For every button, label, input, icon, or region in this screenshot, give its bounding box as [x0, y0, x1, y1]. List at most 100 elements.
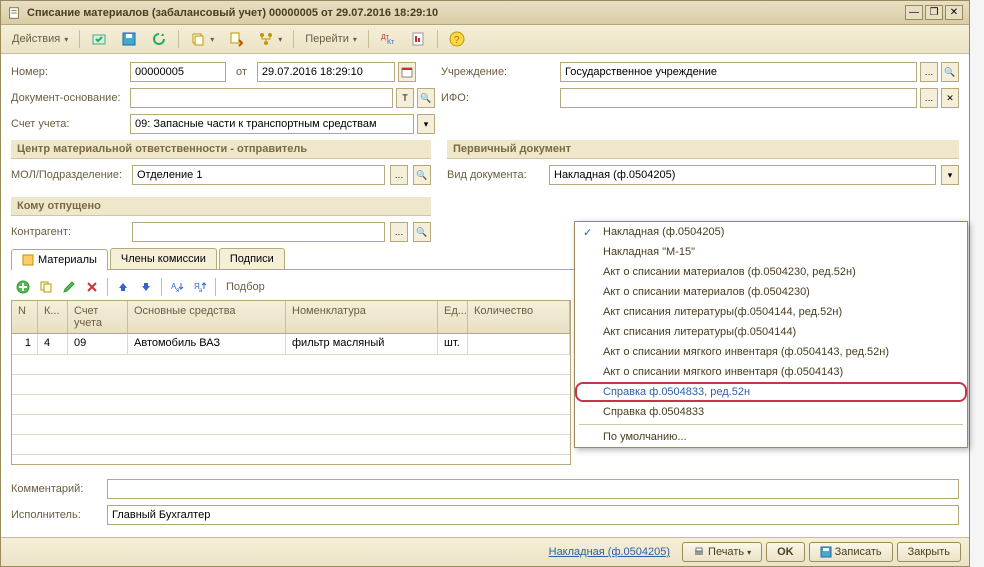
post-icon[interactable] [86, 28, 112, 50]
minimize-button[interactable]: — [905, 5, 923, 20]
lookup-icon[interactable]: 🔍 [941, 62, 959, 82]
primary-doc-header: Первичный документ [447, 140, 959, 159]
dropdown-icon[interactable]: ▾ [941, 165, 959, 185]
tab-signatures[interactable]: Подписи [219, 248, 285, 269]
popup-item[interactable]: Акт о списании мягкого инвентаря (ф.0504… [575, 342, 967, 362]
popup-separator [579, 424, 963, 425]
lookup-icon[interactable]: 🔍 [413, 165, 431, 185]
svg-text:a: a [199, 288, 203, 294]
clear-icon[interactable]: ✕ [941, 88, 959, 108]
docbase-label: Документ-основание: [11, 92, 126, 104]
text-type-icon[interactable]: T [396, 88, 414, 108]
save-button[interactable]: Записать [809, 542, 893, 562]
col-nomenclature[interactable]: Номенклатура [286, 301, 438, 333]
go-menu[interactable]: Перейти [300, 30, 362, 48]
materials-grid: N К... Счет учета Основные средства Номе… [11, 300, 571, 465]
mol-label: МОЛ/Подразделение: [11, 169, 126, 181]
sender-section-header: Центр материальной ответственности - отп… [11, 140, 431, 159]
print-form-link[interactable]: Накладная (ф.0504205) [549, 546, 670, 558]
document-icon [7, 6, 21, 20]
svg-text:Кт: Кт [387, 39, 395, 46]
structure-icon[interactable] [253, 28, 287, 50]
popup-item-highlighted[interactable]: Справка ф.0504833, ред.52н [575, 382, 967, 402]
from-label: от [236, 66, 247, 78]
ok-button[interactable]: OK [766, 542, 805, 562]
col-unit[interactable]: Ед... [438, 301, 468, 333]
popup-item[interactable]: Акт о списании материалов (ф.0504230) [575, 282, 967, 302]
doctype-select[interactable] [549, 165, 936, 185]
titlebar: Списание материалов (забалансовый учет) … [1, 1, 969, 25]
svg-text:я: я [176, 288, 179, 294]
based-on-icon[interactable] [223, 28, 249, 50]
move-down-icon[interactable] [136, 277, 156, 297]
window-title: Списание материалов (забалансовый учет) … [27, 7, 905, 19]
ifo-input[interactable] [560, 88, 917, 108]
footer: Накладная (ф.0504205) Печать▾ OK Записат… [1, 537, 969, 566]
number-label: Номер: [11, 66, 126, 78]
svg-text:?: ? [454, 35, 460, 46]
contractor-label: Контрагент: [11, 226, 126, 238]
popup-item[interactable]: Акт о списании мягкого инвентаря (ф.0504… [575, 362, 967, 382]
date-picker-icon[interactable] [398, 62, 416, 82]
date-input[interactable] [257, 62, 395, 82]
number-input[interactable] [130, 62, 226, 82]
print-menu-popup: Накладная (ф.0504205) Накладная "М-15" А… [574, 221, 968, 448]
lookup-icon[interactable]: 🔍 [417, 88, 435, 108]
table-row[interactable]: 1 4 09 Автомобиль ВАЗ фильтр масляный шт… [12, 334, 570, 355]
docbase-input[interactable] [130, 88, 393, 108]
popup-item-default[interactable]: По умолчанию... [575, 427, 967, 447]
tab-materials[interactable]: Материалы [11, 249, 108, 270]
select-button[interactable]: … [920, 62, 938, 82]
dt-kt-icon[interactable]: ДтКт [375, 28, 401, 50]
tab-commission[interactable]: Члены комиссии [110, 248, 217, 269]
select-button[interactable]: … [920, 88, 938, 108]
add-row-icon[interactable] [13, 277, 33, 297]
comment-input[interactable] [107, 479, 959, 499]
main-toolbar: Действия Перейти ДтКт ? [1, 25, 969, 54]
col-quantity[interactable]: Количество [468, 301, 570, 333]
comment-label: Комментарий: [11, 483, 101, 495]
close-button[interactable]: Закрыть [897, 542, 961, 562]
select-button[interactable]: … [390, 165, 408, 185]
popup-item[interactable]: Накладная "М-15" [575, 242, 967, 262]
komu-section-header: Кому отпущено [11, 197, 431, 216]
edit-row-icon[interactable] [59, 277, 79, 297]
save-icon[interactable] [116, 28, 142, 50]
sort-desc-icon[interactable]: Яa [190, 277, 210, 297]
popup-item[interactable]: Акт списания литературы(ф.0504144) [575, 322, 967, 342]
copy-icon[interactable] [185, 28, 219, 50]
col-account[interactable]: Счет учета [68, 301, 128, 333]
help-icon[interactable]: ? [444, 28, 470, 50]
delete-row-icon[interactable] [82, 277, 102, 297]
print-button[interactable]: Печать▾ [682, 542, 762, 562]
lookup-icon[interactable]: 🔍 [413, 222, 431, 242]
col-fixed-assets[interactable]: Основные средства [128, 301, 286, 333]
maximize-button[interactable]: ❐ [925, 5, 943, 20]
reread-icon[interactable] [146, 28, 172, 50]
account-select[interactable] [130, 114, 414, 134]
selection-button[interactable]: Подбор [221, 278, 270, 296]
executor-label: Исполнитель: [11, 509, 101, 521]
sort-asc-icon[interactable]: Aя [167, 277, 187, 297]
institution-label: Учреждение: [441, 66, 556, 78]
doctype-label: Вид документа: [447, 169, 543, 181]
col-k[interactable]: К... [38, 301, 68, 333]
ifo-label: ИФО: [441, 92, 556, 104]
popup-item[interactable]: Справка ф.0504833 [575, 402, 967, 422]
dropdown-icon[interactable]: ▾ [417, 114, 435, 134]
select-button[interactable]: … [390, 222, 408, 242]
report-icon[interactable] [405, 28, 431, 50]
popup-item[interactable]: Акт о списании материалов (ф.0504230, ре… [575, 262, 967, 282]
account-label: Счет учета: [11, 118, 126, 130]
copy-row-icon[interactable] [36, 277, 56, 297]
institution-input[interactable] [560, 62, 917, 82]
popup-item[interactable]: Акт списания литературы(ф.0504144, ред.5… [575, 302, 967, 322]
close-window-button[interactable]: ✕ [945, 5, 963, 20]
contractor-input[interactable] [132, 222, 385, 242]
popup-item[interactable]: Накладная (ф.0504205) [575, 222, 967, 242]
executor-input[interactable] [107, 505, 959, 525]
move-up-icon[interactable] [113, 277, 133, 297]
actions-menu[interactable]: Действия [7, 30, 73, 48]
col-n[interactable]: N [12, 301, 38, 333]
mol-input[interactable] [132, 165, 385, 185]
